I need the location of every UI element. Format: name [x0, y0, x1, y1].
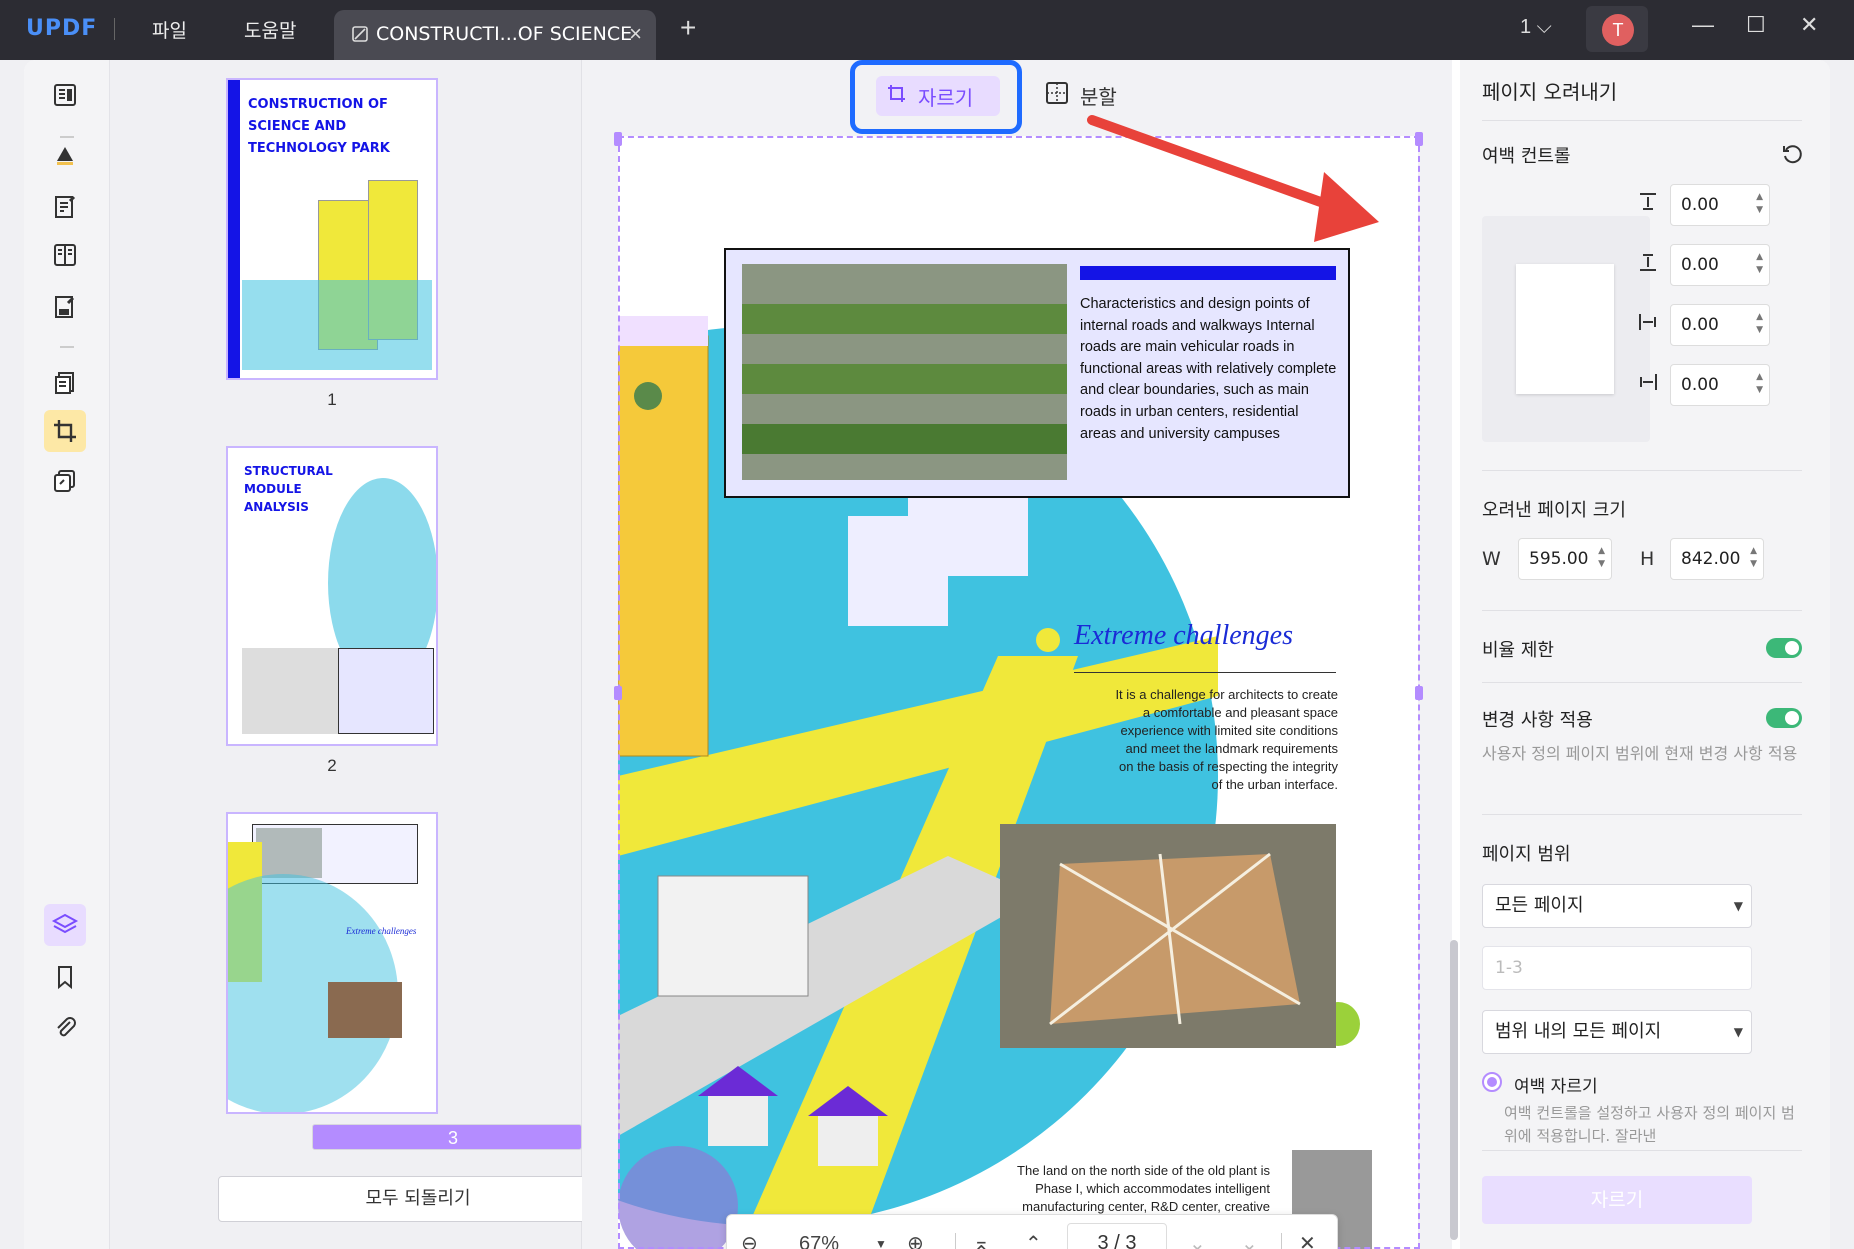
title-bar: UPDF 파일 도움말 CONSTRUCTI...OF SCIENCE × + …: [0, 0, 1854, 60]
last-page-icon[interactable]: ⌄: [1241, 1215, 1258, 1249]
page-number-box[interactable]: 3 / 3: [1067, 1223, 1167, 1249]
close-window-icon[interactable]: ✕: [1800, 12, 1818, 38]
zoom-separator: [955, 1233, 956, 1249]
margin-left-icon: [1630, 304, 1666, 340]
zoom-in-icon[interactable]: ⊕: [907, 1215, 924, 1249]
zoom-separator: [1281, 1233, 1282, 1249]
next-page-icon[interactable]: ⌄: [1189, 1215, 1206, 1249]
margin-right-icon: [1630, 364, 1666, 400]
cropped-size-label: 오려낸 페이지 크기: [1482, 500, 1626, 521]
margin-control-label: 여백 컨트롤: [1482, 146, 1571, 167]
margin-crop-description: 여백 컨트롤을 설정하고 사용자 정의 페이지 범위에 적용합니다. 잘라낸: [1504, 1104, 1795, 1145]
page-subset-select[interactable]: 범위 내의 모든 페이지 ▼: [1482, 1010, 1752, 1054]
new-tab-icon[interactable]: +: [680, 12, 696, 44]
tab-close-icon[interactable]: ×: [629, 21, 642, 47]
previous-page-icon[interactable]: ⌃: [1025, 1215, 1042, 1249]
apply-changes-toggle[interactable]: [1766, 708, 1802, 728]
margin-right-input[interactable]: 0.00 ▲ ▼: [1670, 364, 1770, 406]
margin-bottom-icon: [1630, 244, 1666, 280]
width-input[interactable]: 595.00 ▲ ▼: [1518, 538, 1612, 580]
title-separator: [114, 18, 115, 40]
page-range-input[interactable]: 1-3: [1482, 946, 1752, 990]
avatar: T: [1602, 14, 1634, 46]
panel-title: 페이지 오려내기: [1482, 80, 1618, 104]
panel-divider: [1482, 1150, 1802, 1151]
margin-crop-radio[interactable]: [1482, 1072, 1502, 1092]
ratio-lock-toggle[interactable]: [1766, 638, 1802, 658]
margin-preview: [1482, 216, 1650, 442]
margin-top-input[interactable]: 0.00 ▲ ▼: [1670, 184, 1770, 226]
zoom-toolbar: ⊖ 67% ▼ ⊕ ⌅ ⌃ 3 / 3 ⌄ ⌄ ✕: [726, 1214, 1338, 1249]
scrollbar[interactable]: [1450, 940, 1458, 1240]
crop-settings-panel: 페이지 오려내기 여백 컨트롤 0.00 ▲ ▼ 0.00 ▲ ▼ 0.00 ▲ ▼ 0.0…: [1460, 60, 1830, 1249]
zoom-dropdown-icon[interactable]: ▼: [875, 1215, 887, 1249]
reset-margins-icon[interactable]: [1780, 142, 1804, 170]
account-button[interactable]: T: [1586, 6, 1648, 52]
zoom-out-icon[interactable]: ⊖: [741, 1215, 758, 1249]
apply-changes-label: 변경 사항 적용: [1482, 710, 1593, 731]
margin-bottom-input[interactable]: 0.00 ▲ ▼: [1670, 244, 1770, 286]
maximize-icon[interactable]: ☐: [1746, 12, 1766, 38]
crop-apply-button[interactable]: 자르기: [1482, 1176, 1752, 1224]
menu-help[interactable]: 도움말: [244, 16, 296, 43]
height-input[interactable]: 842.00 ▲ ▼: [1670, 538, 1764, 580]
panel-divider: [1482, 470, 1802, 471]
document-tab-icon: [350, 24, 370, 49]
page-selector[interactable]: 1 ⌵: [1520, 16, 1552, 39]
height-label: H: [1640, 548, 1655, 570]
app-body: CONSTRUCTION OF SCIENCE AND TECHNOLOGY P…: [24, 60, 1830, 1249]
close-zoombar-icon[interactable]: ✕: [1299, 1215, 1316, 1249]
zoom-level[interactable]: 67%: [799, 1215, 839, 1249]
panel-divider: [1482, 120, 1802, 121]
margin-top-icon: [1630, 184, 1666, 220]
ratio-lock-label: 비율 제한: [1482, 640, 1554, 661]
document-tab[interactable]: CONSTRUCTI...OF SCIENCE ×: [334, 10, 656, 60]
menu-file[interactable]: 파일: [152, 16, 187, 43]
apply-changes-description: 사용자 정의 페이지 범위에 현재 변경 사항 적용: [1482, 744, 1798, 763]
width-label: W: [1482, 548, 1501, 570]
page-range-label: 페이지 범위: [1482, 844, 1571, 865]
margin-crop-label: 여백 자르기: [1514, 1077, 1598, 1097]
panel-divider: [1482, 682, 1802, 683]
margin-preview-page: [1516, 264, 1614, 394]
document-tab-title: CONSTRUCTI...OF SCIENCE: [376, 23, 633, 45]
margin-left-input[interactable]: 0.00 ▲ ▼: [1670, 304, 1770, 346]
panel-divider: [1482, 610, 1802, 611]
minimize-icon[interactable]: —: [1692, 12, 1714, 38]
updf-logo: UPDF: [26, 16, 98, 41]
page-range-select[interactable]: 모든 페이지 ▼: [1482, 884, 1752, 928]
first-page-icon[interactable]: ⌅: [973, 1215, 990, 1249]
panel-divider: [1482, 814, 1802, 815]
